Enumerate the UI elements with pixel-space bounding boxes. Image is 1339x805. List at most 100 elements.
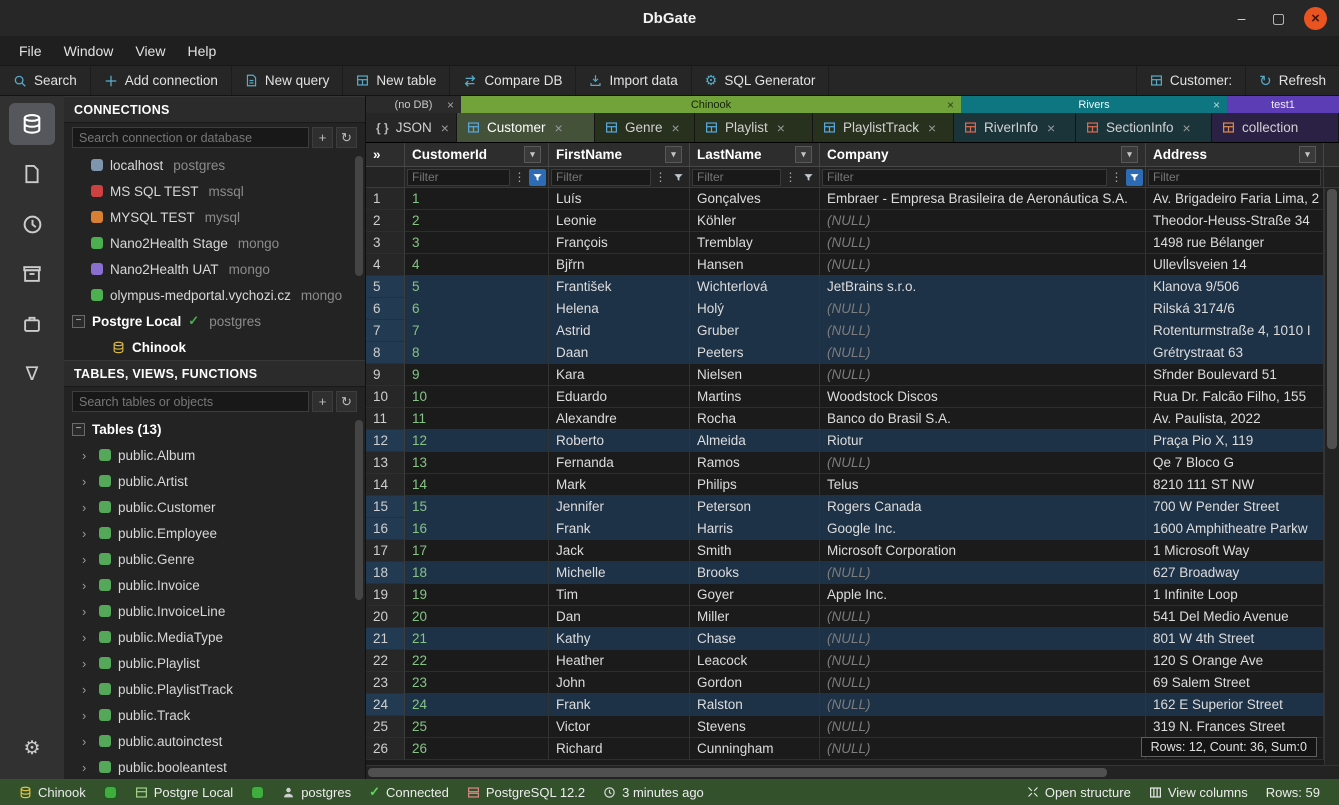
- data-cell[interactable]: 24: [405, 694, 549, 716]
- add-connection-button[interactable]: Add connection: [91, 66, 232, 95]
- data-cell[interactable]: Almeida: [690, 430, 820, 452]
- data-cell[interactable]: Tremblay: [690, 232, 820, 254]
- status-postgre-local[interactable]: Postgre Local: [126, 784, 243, 800]
- data-cell[interactable]: John: [549, 672, 690, 694]
- data-cell[interactable]: 69 Salem Street: [1146, 672, 1324, 694]
- data-cell[interactable]: 541 Del Medio Avenue: [1146, 606, 1324, 628]
- table-item-public-playlisttrack[interactable]: ›public.PlaylistTrack: [64, 676, 365, 702]
- grid-row-7[interactable]: 77AstridGruber(NULL)Rotenturmstraße 4, 1…: [366, 320, 1324, 342]
- data-cell[interactable]: Woodstock Discos: [820, 386, 1146, 408]
- data-cell[interactable]: Rocha: [690, 408, 820, 430]
- data-cell[interactable]: 9: [405, 364, 549, 386]
- filter-menu-icon[interactable]: ⋮: [782, 169, 799, 186]
- menu-help[interactable]: Help: [176, 39, 227, 63]
- data-cell[interactable]: (NULL): [820, 298, 1146, 320]
- data-cell[interactable]: (NULL): [820, 672, 1146, 694]
- refresh-tables-button[interactable]: ↻: [336, 391, 357, 412]
- row-number-cell[interactable]: 7: [366, 320, 405, 342]
- data-cell[interactable]: (NULL): [820, 452, 1146, 474]
- data-cell[interactable]: Jennifer: [549, 496, 690, 518]
- tab-group-chinook[interactable]: Chinook×: [461, 96, 961, 113]
- data-cell[interactable]: (NULL): [820, 738, 1146, 760]
- data-cell[interactable]: Rua Dr. Falcão Filho, 155: [1146, 386, 1324, 408]
- data-cell[interactable]: (NULL): [820, 232, 1146, 254]
- data-cell[interactable]: 19: [405, 584, 549, 606]
- column-menu-icon[interactable]: ▾: [665, 146, 682, 163]
- grid-row-1[interactable]: 11LuísGonçalvesEmbraer - Empresa Brasile…: [366, 188, 1324, 210]
- data-cell[interactable]: Microsoft Corporation: [820, 540, 1146, 562]
- data-cell[interactable]: Michelle: [549, 562, 690, 584]
- data-cell[interactable]: Av. Brigadeiro Faria Lima, 2: [1146, 188, 1324, 210]
- data-cell[interactable]: (NULL): [820, 320, 1146, 342]
- data-cell[interactable]: (NULL): [820, 364, 1146, 386]
- minimize-button[interactable]: –: [1230, 7, 1253, 30]
- data-cell[interactable]: JetBrains s.r.o.: [820, 276, 1146, 298]
- data-cell[interactable]: 2: [405, 210, 549, 232]
- data-cell[interactable]: Tim: [549, 584, 690, 606]
- tab-json[interactable]: { }JSON×: [366, 113, 457, 142]
- connections-search-input[interactable]: [72, 127, 309, 148]
- data-cell[interactable]: 20: [405, 606, 549, 628]
- data-cell[interactable]: 162 E Superior Street: [1146, 694, 1324, 716]
- tables-search-input[interactable]: [72, 391, 309, 412]
- close-tab-icon[interactable]: ×: [555, 120, 563, 136]
- data-cell[interactable]: Smith: [690, 540, 820, 562]
- status-rows-59[interactable]: Rows: 59: [1257, 785, 1329, 800]
- sql-generator-button[interactable]: ⚙SQL Generator: [692, 66, 830, 95]
- data-cell[interactable]: (NULL): [820, 606, 1146, 628]
- data-cell[interactable]: 16: [405, 518, 549, 540]
- data-cell[interactable]: François: [549, 232, 690, 254]
- filter-menu-icon[interactable]: ⋮: [652, 169, 669, 186]
- data-cell[interactable]: Harris: [690, 518, 820, 540]
- data-cell[interactable]: (NULL): [820, 716, 1146, 738]
- column-header-customerid[interactable]: CustomerId▾: [405, 143, 549, 166]
- data-cell[interactable]: 14: [405, 474, 549, 496]
- tab-sectioninfo[interactable]: SectionInfo×: [1076, 113, 1212, 142]
- data-cell[interactable]: Daan: [549, 342, 690, 364]
- row-number-cell[interactable]: 17: [366, 540, 405, 562]
- search-button[interactable]: Search: [0, 66, 91, 95]
- data-cell[interactable]: 4: [405, 254, 549, 276]
- data-cell[interactable]: 18: [405, 562, 549, 584]
- connection-item-localhost[interactable]: localhostpostgres: [64, 152, 365, 178]
- table-item-public-playlist[interactable]: ›public.Playlist: [64, 650, 365, 676]
- data-cell[interactable]: 8: [405, 342, 549, 364]
- grid-corner-cell[interactable]: »: [366, 143, 405, 166]
- grid-row-5[interactable]: 55FrantišekWichterlováJetBrains s.r.o.Kl…: [366, 276, 1324, 298]
- new-table-button[interactable]: New table: [343, 66, 450, 95]
- column-header-firstname[interactable]: FirstName▾: [549, 143, 690, 166]
- column-menu-icon[interactable]: ▾: [1121, 146, 1138, 163]
- data-cell[interactable]: Sřnder Boulevard 51: [1146, 364, 1324, 386]
- row-number-cell[interactable]: 20: [366, 606, 405, 628]
- status-chinook[interactable]: Chinook: [10, 784, 95, 800]
- filter-funnel-icon[interactable]: [670, 169, 687, 186]
- expand-chevron-icon[interactable]: ›: [82, 734, 92, 749]
- data-cell[interactable]: 11: [405, 408, 549, 430]
- status-open-structure[interactable]: Open structure: [1018, 785, 1140, 800]
- column-menu-icon[interactable]: ▾: [795, 146, 812, 163]
- collapse-icon[interactable]: −: [72, 315, 85, 328]
- grid-row-16[interactable]: 1616FrankHarrisGoogle Inc.1600 Amphithea…: [366, 518, 1324, 540]
- table-item-public-customer[interactable]: ›public.Customer: [64, 494, 365, 520]
- data-cell[interactable]: 3: [405, 232, 549, 254]
- data-cell[interactable]: Nielsen: [690, 364, 820, 386]
- row-number-cell[interactable]: 19: [366, 584, 405, 606]
- data-cell[interactable]: Luís: [549, 188, 690, 210]
- data-cell[interactable]: 22: [405, 650, 549, 672]
- data-cell[interactable]: (NULL): [820, 694, 1146, 716]
- data-cell[interactable]: (NULL): [820, 650, 1146, 672]
- table-item-public-invoiceline[interactable]: ›public.InvoiceLine: [64, 598, 365, 624]
- row-number-cell[interactable]: 14: [366, 474, 405, 496]
- data-cell[interactable]: Banco do Brasil S.A.: [820, 408, 1146, 430]
- data-cell[interactable]: Rilská 3174/6: [1146, 298, 1324, 320]
- expand-chevron-icon[interactable]: ›: [82, 630, 92, 645]
- menu-window[interactable]: Window: [53, 39, 125, 63]
- data-cell[interactable]: (NULL): [820, 342, 1146, 364]
- close-group-icon[interactable]: ×: [447, 98, 454, 112]
- data-cell[interactable]: Richard: [549, 738, 690, 760]
- status-postgresql-12-2[interactable]: PostgreSQL 12.2: [458, 784, 594, 800]
- data-cell[interactable]: 17: [405, 540, 549, 562]
- grid-row-2[interactable]: 22LeonieKöhler(NULL)Theodor-Heuss-Straße…: [366, 210, 1324, 232]
- data-cell[interactable]: 8210 111 ST NW: [1146, 474, 1324, 496]
- data-cell[interactable]: Fernanda: [549, 452, 690, 474]
